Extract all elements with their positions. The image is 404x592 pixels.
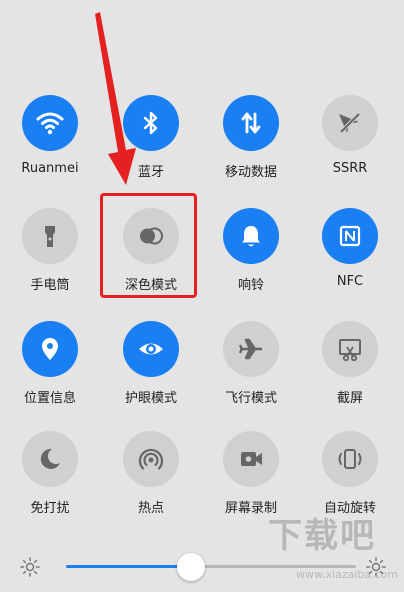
- nfc-icon: [339, 225, 361, 247]
- screenshot-toggle[interactable]: [322, 321, 378, 377]
- screenshot-icon: [339, 339, 361, 362]
- tile-label: 热点: [137, 501, 164, 516]
- brightness-low-icon: [20, 557, 40, 577]
- tile-screenshot[interactable]: 截屏: [305, 321, 395, 421]
- tile-label: 自动旋转: [323, 501, 376, 516]
- tile-label: 截屏: [336, 391, 363, 406]
- annotation-arrow-icon: [95, 12, 136, 185]
- flashlight-icon: [45, 226, 55, 247]
- eye-icon: [139, 343, 163, 355]
- tile-label: 屏幕录制: [224, 501, 277, 516]
- location-toggle[interactable]: [22, 321, 78, 377]
- hotspot-toggle[interactable]: [123, 431, 179, 487]
- tile-hotspot[interactable]: 热点: [106, 431, 196, 531]
- auto-rotate-icon: [338, 449, 362, 469]
- highlight-box: [100, 193, 197, 298]
- hotspot-icon: [138, 448, 164, 470]
- tile-flashlight[interactable]: 手电筒: [5, 208, 95, 308]
- tile-ring[interactable]: 响铃: [206, 208, 296, 308]
- brightness-thumb[interactable]: [176, 553, 205, 581]
- brightness-track-filled: [66, 565, 191, 568]
- flashlight-toggle[interactable]: [22, 208, 78, 264]
- tile-location[interactable]: 位置信息: [5, 321, 95, 421]
- brightness-high-icon: [366, 557, 386, 577]
- tile-screen-record[interactable]: 屏幕录制: [206, 431, 296, 531]
- tile-auto-rotate[interactable]: 自动旋转: [305, 431, 395, 531]
- screen-record-icon: [241, 452, 262, 466]
- tile-do-not-disturb[interactable]: 免打扰: [5, 431, 95, 531]
- do-not-disturb-toggle[interactable]: [22, 431, 78, 487]
- tile-label: 手电筒: [30, 278, 70, 293]
- tile-label: 飞行模式: [224, 391, 277, 406]
- tile-label: 位置信息: [23, 391, 76, 406]
- brightness-slider[interactable]: [0, 545, 404, 592]
- tile-eye-comfort[interactable]: 护眼模式: [106, 321, 196, 421]
- tile-nfc[interactable]: NFC: [305, 208, 395, 308]
- eye-comfort-toggle[interactable]: [123, 321, 179, 377]
- airplane-icon: [238, 338, 262, 360]
- tile-label: 护眼模式: [124, 391, 177, 406]
- location-icon: [42, 338, 58, 360]
- brightness-track: [190, 565, 356, 568]
- moon-icon: [40, 448, 60, 469]
- tile-label: 响铃: [237, 278, 264, 293]
- nfc-toggle[interactable]: [322, 208, 378, 264]
- airplane-toggle[interactable]: [223, 321, 279, 377]
- tile-label: 免打扰: [30, 501, 70, 516]
- tile-label: NFC: [336, 274, 364, 289]
- screen-record-toggle[interactable]: [223, 431, 279, 487]
- tile-airplane[interactable]: 飞行模式: [206, 321, 296, 421]
- ring-toggle[interactable]: [223, 208, 279, 264]
- auto-rotate-toggle[interactable]: [322, 431, 378, 487]
- bell-icon: [242, 226, 260, 247]
